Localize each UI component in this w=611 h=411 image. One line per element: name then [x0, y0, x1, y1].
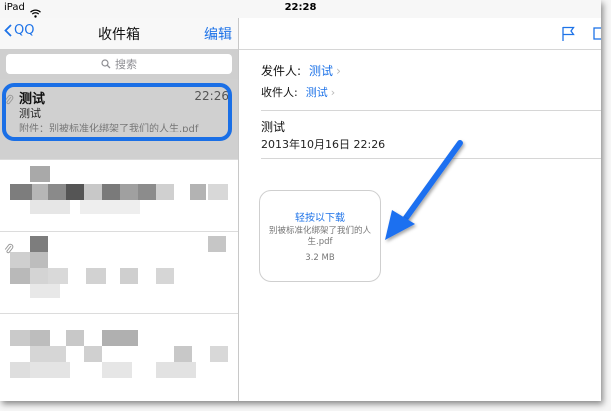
mail-list-navbar: QQ 收件箱 编辑 [0, 18, 238, 49]
pixelation-block [66, 330, 84, 346]
pixelation-block [102, 184, 120, 200]
search-placeholder: 搜索 [115, 58, 137, 71]
pixelation-block [174, 346, 192, 362]
pixelation-block [84, 346, 102, 362]
ipad-screen: iPad 22:28 QQ 收件箱 编辑 搜索 测试 22:26 测试 附件：别… [0, 0, 601, 401]
status-bar: iPad 22:28 [0, 0, 601, 18]
pixelation-block [102, 330, 138, 346]
mail-list-item-obscured[interactable] [0, 313, 238, 401]
pixelation-block [30, 166, 50, 182]
arrow-icon [385, 140, 463, 240]
pixelation-block [10, 330, 30, 346]
selection-highlight-outline [2, 83, 232, 141]
pixelation-block [10, 184, 32, 200]
pixelation-block [30, 330, 50, 346]
pixelation-block [86, 268, 106, 284]
page-title: 收件箱 [98, 27, 140, 43]
pixelation-block [120, 268, 138, 284]
search-input[interactable]: 搜索 [6, 54, 232, 74]
search-icon [101, 59, 111, 69]
pixelation-block [30, 362, 70, 378]
pixelation-block [10, 362, 30, 378]
pixelation-block [30, 200, 70, 214]
pixelation-block [10, 268, 30, 284]
pixelation-block [66, 184, 84, 200]
search-bar: 搜索 [0, 49, 238, 79]
pixelation-block [190, 184, 206, 200]
pixelation-block [30, 284, 60, 298]
mail-list-pane: QQ 收件箱 编辑 搜索 测试 22:26 测试 附件：别被标准化绑架了我们的人… [0, 18, 239, 401]
pixelation-block [156, 268, 174, 284]
pixelation-block [30, 236, 48, 252]
pixelation-block [30, 252, 48, 268]
mail-detail-pane: 发件人: 测试 › 收件人: 测试 › 测试 2013年10月16日 22:26 轻按以… [239, 18, 601, 401]
pixelation-block [156, 362, 196, 378]
pixelation-block [208, 184, 228, 200]
pixelation-block [48, 268, 68, 284]
mail-list-item-obscured[interactable] [0, 159, 238, 242]
mail-list-item-obscured[interactable] [0, 231, 238, 314]
pixelation-block [120, 184, 138, 200]
pixelation-block [30, 346, 66, 362]
pixelation-block [30, 268, 48, 284]
pixelation-block [210, 346, 228, 362]
pixelation-block [32, 184, 48, 200]
edit-button[interactable]: 编辑 [204, 24, 232, 44]
pixelation-block [156, 184, 174, 200]
pixelation-block [10, 252, 30, 268]
pixelation-block [84, 184, 102, 200]
status-time: 22:28 [284, 2, 317, 13]
pixelation-block [138, 184, 156, 200]
pixelation-block [80, 200, 140, 214]
pixelation-block [208, 236, 226, 252]
pixelation-block [102, 362, 132, 378]
pixelation-block [48, 184, 66, 200]
